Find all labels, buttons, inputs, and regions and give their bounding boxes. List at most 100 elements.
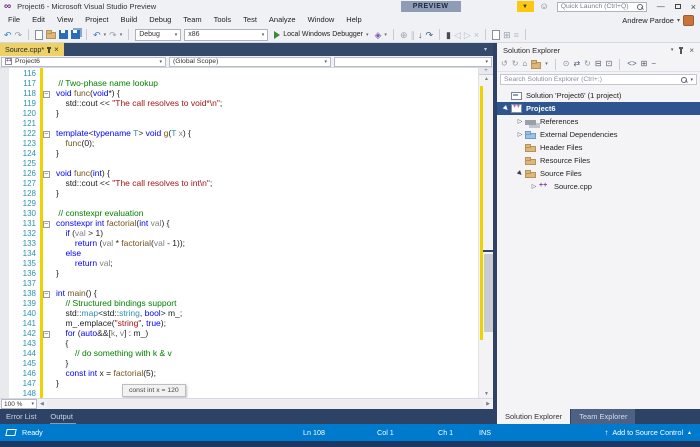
code-line[interactable]: 138−int main() { [0, 288, 493, 298]
menu-test[interactable]: Test [237, 13, 263, 27]
collapse-all-icon[interactable]: ⊟ [595, 57, 602, 71]
navigate-backward-icon[interactable]: ↶ [4, 28, 12, 42]
tree-item-source-cpp[interactable]: ▷Source.cpp [497, 180, 700, 193]
code-line[interactable]: 137 [0, 278, 493, 288]
close-tab-icon[interactable]: × [54, 45, 59, 54]
code-line[interactable]: 142− for (auto&&[k, v] : m_) [0, 328, 493, 338]
next-bookmark-icon[interactable]: ▷ [464, 28, 471, 42]
forward-icon[interactable]: ↻ [512, 57, 519, 71]
code-line[interactable]: 141 m_.emplace("string", true); [0, 318, 493, 328]
scroll-right-icon[interactable]: ▶ [483, 401, 493, 407]
horizontal-scrollbar[interactable] [47, 400, 483, 409]
maximize-button[interactable] [675, 4, 681, 9]
properties-icon[interactable]: ⊞ [641, 57, 648, 71]
notifications-flag-icon[interactable]: ▼ [517, 1, 534, 12]
undo-icon[interactable]: ↶ [93, 28, 101, 42]
code-line[interactable]: 131−constexpr int factorial(int val) { [0, 218, 493, 228]
collapsed-arrow-icon[interactable]: ▷ [515, 118, 525, 125]
tree-item-resource-files[interactable]: Resource Files [497, 154, 700, 167]
menu-edit[interactable]: Edit [26, 13, 51, 27]
project-dropdown[interactable]: Project6 ▾ [1, 57, 166, 67]
configuration-select[interactable]: Debug ▾ [135, 29, 181, 41]
fold-collapse-icon[interactable]: − [43, 291, 50, 298]
open-file-icon[interactable] [46, 32, 56, 39]
code-line[interactable]: 144 // do something with k & v [0, 348, 493, 358]
code-line[interactable]: 122−template<typename T> void g(T x) { [0, 128, 493, 138]
start-debugging-button[interactable]: Local Windows Debugger ▾ [271, 31, 371, 39]
refresh-icon[interactable]: ↻ [584, 57, 591, 71]
zoom-select[interactable]: 100 % ▾ [1, 399, 37, 409]
code-line[interactable]: 126−void func(int) { [0, 168, 493, 178]
code-line[interactable]: 147} [0, 378, 493, 388]
code-line[interactable]: 139 // Structured bindings support [0, 298, 493, 308]
switch-views-icon[interactable] [531, 62, 541, 69]
chevron-down-icon[interactable]: ▾ [545, 61, 548, 67]
member-dropdown[interactable]: ▾ [334, 57, 492, 67]
navigate-forward-icon[interactable]: ↷ [15, 28, 23, 42]
performance-profiler-icon[interactable]: ◈ [375, 28, 382, 42]
fold-collapse-icon[interactable]: − [43, 131, 50, 138]
code-line[interactable]: 132 if (val > 1) [0, 228, 493, 238]
code-line[interactable]: 119 std::cout << "The call resolves to v… [0, 98, 493, 108]
platform-select[interactable]: x86 ▾ [184, 29, 268, 41]
attach-to-process-icon[interactable]: ⊕ [400, 28, 408, 42]
redo-icon[interactable]: ↷ [109, 28, 117, 42]
home-icon[interactable]: ⌂ [522, 57, 527, 71]
menu-tools[interactable]: Tools [208, 13, 238, 27]
close-panel-icon[interactable]: × [689, 46, 694, 55]
pin-icon[interactable] [48, 47, 50, 53]
tree-item-external-dependencies[interactable]: ▷External Dependencies [497, 128, 700, 141]
previous-bookmark-icon[interactable]: ◁ [454, 28, 461, 42]
code-line[interactable]: 133 return (val * factorial(val - 1)); [0, 238, 493, 248]
menu-analyze[interactable]: Analyze [263, 13, 302, 27]
code-line[interactable]: 130 // constexpr evaluation [0, 208, 493, 218]
scope-dropdown[interactable]: (Global Scope) ▾ [169, 57, 331, 67]
quick-launch-input[interactable]: Quick Launch (Ctrl+Q) [557, 2, 647, 12]
collapsed-arrow-icon[interactable]: ▷ [515, 131, 525, 138]
chevron-down-icon[interactable]: ▾ [104, 32, 107, 38]
break-all-icon[interactable]: ∥ [410, 28, 415, 42]
fold-collapse-icon[interactable]: − [43, 171, 50, 178]
save-icon[interactable] [59, 30, 68, 39]
auto-hide-pin-icon[interactable] [680, 47, 682, 54]
vertical-scrollbar[interactable]: + ▲ ▼ [478, 68, 493, 398]
tree-item-solution-project6-1-project[interactable]: Solution 'Project6' (1 project) [497, 89, 700, 102]
bookmark-icon[interactable]: ▮ [446, 28, 451, 42]
code-line[interactable]: 134 else [0, 248, 493, 258]
chevron-down-icon[interactable]: ▾ [384, 32, 387, 38]
user-area[interactable]: Andrew Pardoe ▾ [622, 15, 698, 26]
tree-item-project6[interactable]: ▶Project6 [497, 102, 700, 115]
code-line[interactable]: 143 { [0, 338, 493, 348]
code-line[interactable]: 121 [0, 118, 493, 128]
code-line[interactable]: 124} [0, 148, 493, 158]
code-line[interactable]: 145 } [0, 358, 493, 368]
split-editor-handle[interactable]: + [479, 68, 493, 75]
back-icon[interactable]: ↺ [501, 57, 508, 71]
code-line[interactable]: 125 [0, 158, 493, 168]
code-line[interactable]: 127 std::cout << "The call resolves to i… [0, 178, 493, 188]
solution-search-input[interactable]: Search Solution Explorer (Ctrl+;) ▾ [500, 74, 697, 85]
code-line[interactable]: 123 func(0); [0, 138, 493, 148]
code-line[interactable]: 146 const int x = factorial(5); [0, 368, 493, 378]
pending-changes-filter-icon[interactable]: ⊙ [563, 57, 570, 71]
scroll-left-icon[interactable]: ◀ [37, 401, 47, 407]
code-editor[interactable]: 116117 // Two-phase name lookup118−void … [0, 68, 493, 398]
menu-window[interactable]: Window [302, 13, 341, 27]
tab-source-cpp[interactable]: Source.cpp* × [0, 43, 64, 56]
scroll-down-icon[interactable]: ▼ [479, 391, 493, 397]
clear-bookmarks-icon[interactable]: × [474, 28, 479, 42]
preview-selected-items-icon[interactable]: − [651, 57, 656, 71]
close-button[interactable]: × [691, 2, 696, 12]
feedback-icon[interactable]: ☺ [540, 1, 549, 12]
code-line[interactable]: 129 [0, 198, 493, 208]
tree-item-header-files[interactable]: Header Files [497, 141, 700, 154]
scroll-up-icon[interactable]: ▲ [479, 76, 493, 82]
menu-debug[interactable]: Debug [143, 13, 177, 27]
menu-help[interactable]: Help [340, 13, 367, 27]
menu-project[interactable]: Project [79, 13, 114, 27]
window-position-icon[interactable]: ▾ [671, 47, 674, 53]
save-all-icon[interactable] [71, 30, 80, 39]
code-line[interactable]: 118−void func(void*) { [0, 88, 493, 98]
new-file-icon[interactable] [35, 30, 43, 40]
tree-item-references[interactable]: ▷References [497, 115, 700, 128]
